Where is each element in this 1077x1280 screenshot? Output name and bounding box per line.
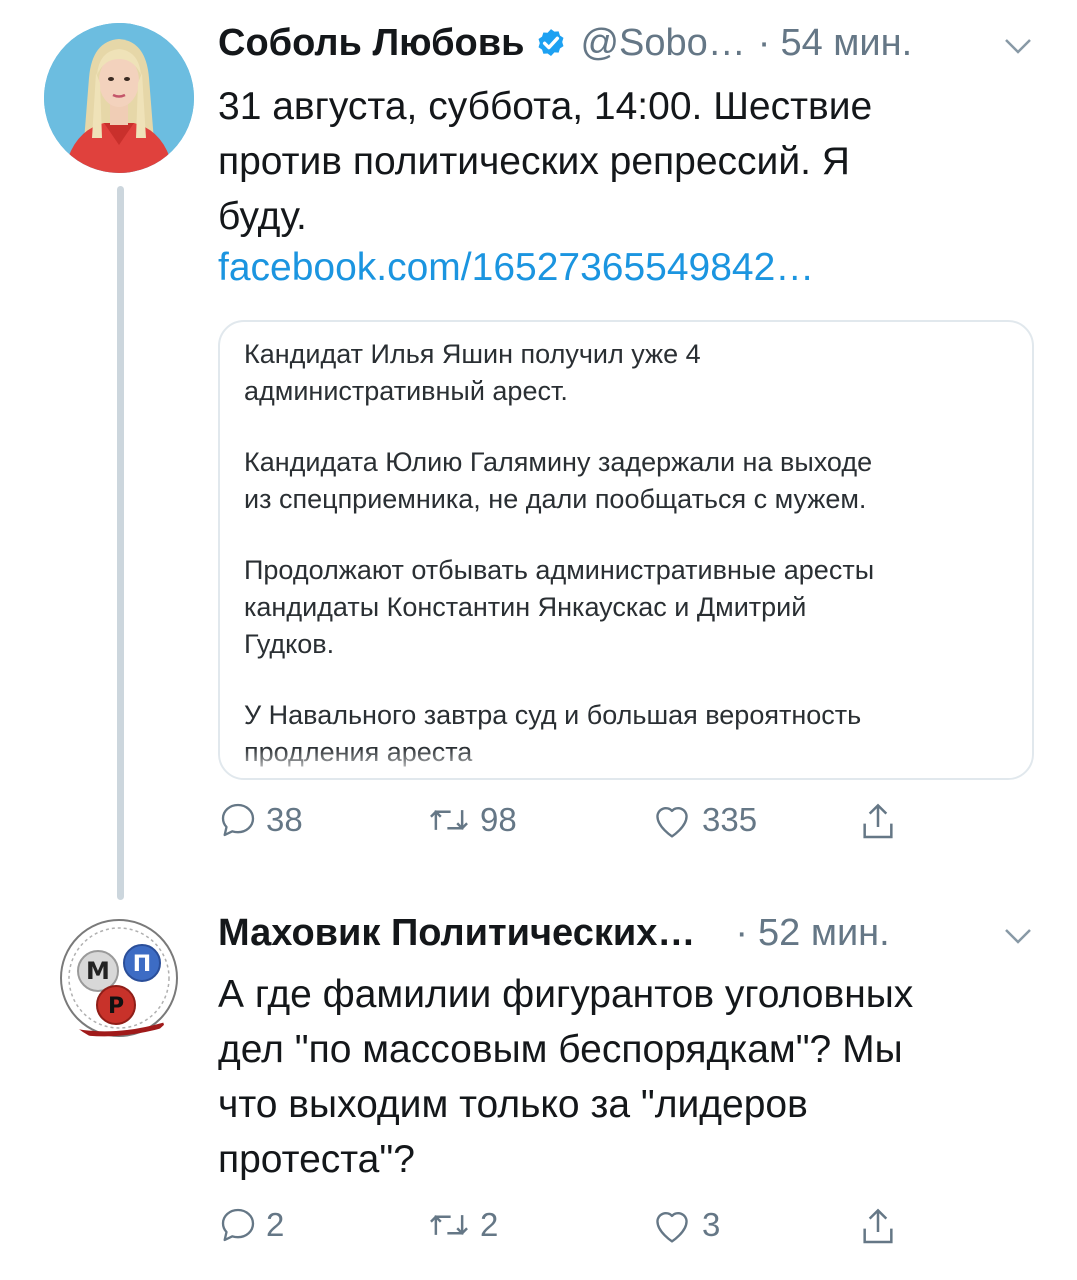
logo-letter: П <box>133 952 151 977</box>
card-line: У Навального завтра суд и большая вероят… <box>244 700 862 730</box>
like-button[interactable]: 335 <box>650 800 757 840</box>
card-line: Продолжают отбывать административные аре… <box>244 555 875 585</box>
card-paragraph: Продолжают отбывать административные аре… <box>244 552 1014 663</box>
chevron-down-icon[interactable] <box>1003 926 1033 946</box>
retweet-count: 98 <box>480 801 517 838</box>
reply-count: 2 <box>266 1206 285 1243</box>
tweet-text-line: против политических репрессий. Я <box>218 140 850 183</box>
verified-badge-icon <box>534 27 568 61</box>
tweet-text-line: дел "по массовым беспорядкам"? Мы <box>218 1028 903 1071</box>
reply-icon <box>221 1208 255 1242</box>
reply-count: 38 <box>266 801 303 838</box>
reply-button[interactable]: 2 <box>218 1205 284 1245</box>
tweet-text-line: буду. <box>218 195 307 238</box>
card-text: Кандидат Илья Яшин получил уже 4 админис… <box>244 336 1014 778</box>
reply-button[interactable]: 38 <box>218 800 303 840</box>
card-paragraph: Кандидат Илья Яшин получил уже 4 админис… <box>244 336 1014 410</box>
card-line: Гудков. <box>244 629 335 659</box>
card-line: Кандидат Илья Яшин получил уже 4 <box>244 339 701 369</box>
card-line: из спецприемника, не дали пообщаться с м… <box>244 484 867 514</box>
retweet-button[interactable]: 98 <box>426 800 517 840</box>
heart-icon <box>656 807 688 838</box>
tweet-text-line: протеста"? <box>218 1138 415 1181</box>
share-icon <box>863 803 893 839</box>
like-button[interactable]: 3 <box>650 1205 720 1245</box>
separator-dot: · <box>735 912 748 954</box>
retweet-count: 2 <box>480 1206 499 1243</box>
tweet-header: Маховик Политических… · 52 мин. <box>218 912 890 955</box>
thread-connector-line <box>117 186 124 900</box>
like-count: 3 <box>702 1206 721 1243</box>
timestamp[interactable]: 52 мин. <box>758 912 890 955</box>
author-name[interactable]: Соболь Любовь <box>218 22 524 65</box>
card-paragraph: Кандидата Юлию Галямину задержали на вых… <box>244 444 1014 518</box>
logo-letter: М <box>86 957 110 985</box>
quoted-card[interactable]: Кандидат Илья Яшин получил уже 4 админис… <box>218 320 1034 780</box>
retweet-icon <box>430 810 468 830</box>
like-count: 335 <box>702 801 758 838</box>
mpr-logo-icon: М П Р <box>60 919 178 1037</box>
facebook-link[interactable]: facebook.com/16527365549842… <box>218 246 814 290</box>
tweet-text-line: 31 августа, суббота, 14:00. Шествие <box>218 85 873 128</box>
tweet-text-line: что выходим только за "лидеров <box>218 1083 808 1126</box>
retweet-button[interactable]: 2 <box>426 1205 498 1245</box>
timestamp[interactable]: 54 мин. <box>780 22 912 65</box>
tweet-header: Соболь Любовь @Sobo… · 54 мин. <box>218 22 912 65</box>
author-name[interactable]: Маховик Политических… <box>218 912 695 955</box>
separator-dot: · <box>757 22 771 64</box>
card-line: Кандидата Юлию Галямину задержали на вых… <box>244 447 873 477</box>
avatar[interactable] <box>44 23 194 173</box>
card-line: кандидаты Константин Янкаускас и Дмитрий <box>244 592 807 622</box>
share-icon <box>863 1208 893 1244</box>
avatar[interactable]: М П Р <box>54 913 184 1043</box>
share-button[interactable] <box>858 1205 898 1249</box>
tweet-text: А где фамилии фигурантов уголовных дел "… <box>218 967 1038 1187</box>
person-portrait-icon <box>44 23 194 173</box>
retweet-icon <box>430 1215 468 1235</box>
card-line: административный арест. <box>244 376 568 406</box>
tweet-text: 31 августа, суббота, 14:00. Шествие прот… <box>218 79 1038 244</box>
heart-icon <box>656 1212 688 1243</box>
logo-letter: Р <box>108 994 124 1019</box>
author-handle[interactable]: @Sobo… <box>580 22 745 65</box>
share-button[interactable] <box>858 800 898 844</box>
card-fade <box>220 748 1032 778</box>
tweet-text-line: А где фамилии фигурантов уголовных <box>218 973 914 1016</box>
chevron-down-icon[interactable] <box>1003 36 1033 56</box>
reply-icon <box>221 803 255 837</box>
